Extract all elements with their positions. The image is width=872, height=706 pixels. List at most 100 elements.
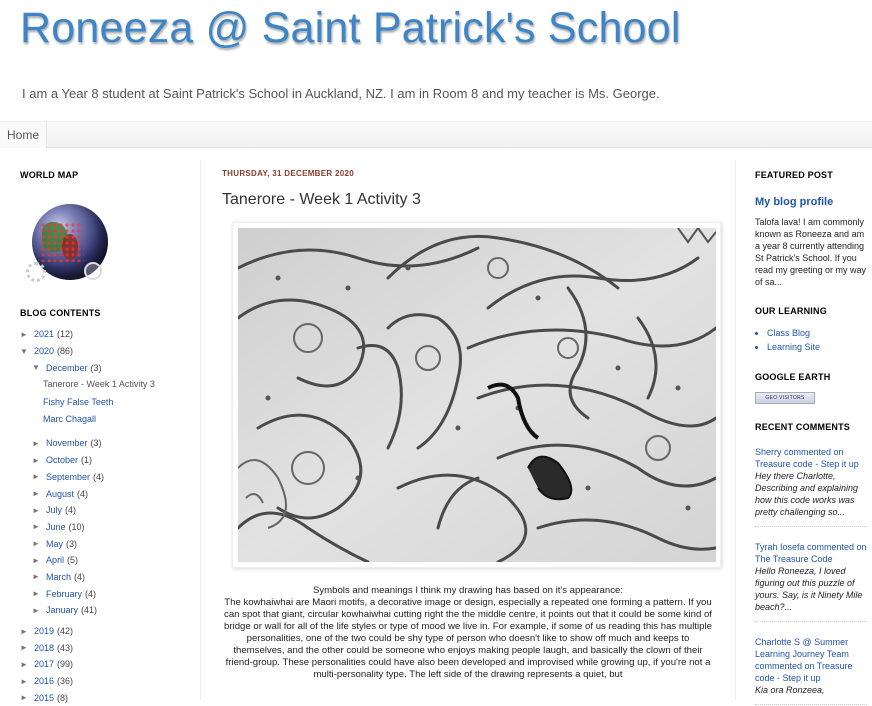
post-body: Symbols and meanings I think my drawing … (222, 585, 714, 681)
archive-month[interactable]: ► September (4) (20, 469, 190, 486)
collapsed-arrow-icon[interactable]: ► (20, 693, 34, 702)
post-title[interactable]: Tanerore - Week 1 Activity 3 (222, 191, 421, 209)
archive-label[interactable]: 2019 (34, 626, 54, 636)
collapsed-arrow-icon[interactable]: ► (20, 330, 34, 339)
archive-post[interactable]: Marc Chagall (20, 410, 190, 427)
archive-month[interactable]: ► November (3) (20, 435, 190, 452)
archive-month[interactable]: ► February (4) (20, 585, 190, 602)
archive-year-2020[interactable]: ▼ 2020 (86) (20, 343, 190, 360)
archive-post-label[interactable]: Fishy False Teeth (43, 397, 113, 407)
archive-label[interactable]: October (46, 455, 78, 465)
spacer (20, 427, 190, 431)
archive-count: (1) (81, 455, 93, 466)
archive-year-label[interactable]: 2020 (34, 346, 54, 356)
badge-label: GEO VISITORS (765, 395, 805, 401)
archive-year[interactable]: ► 2019 (42) (20, 623, 190, 640)
learning-link-learning-site[interactable]: Learning Site (767, 340, 867, 354)
archive-label[interactable]: 2016 (34, 676, 54, 686)
recent-comment: Sherry commented on Treasure code - Step… (755, 446, 867, 527)
archive-post-label[interactable]: Marc Chagall (43, 414, 96, 424)
archive-month[interactable]: ► March (4) (20, 569, 190, 586)
comment-author-link[interactable]: Tyrah Iosefa commented on The Treasure C… (755, 542, 867, 564)
featured-post-snippet: Talofa lava! I am commonly known as Rone… (755, 217, 867, 287)
archive-count: (4) (74, 571, 86, 582)
blog-description: I am a Year 8 student at Saint Patrick's… (22, 86, 660, 101)
archive-label[interactable]: September (46, 472, 90, 482)
our-learning-title: OUR LEARNING (755, 306, 827, 316)
archive-count: (36) (57, 676, 74, 687)
comment-text: Kia ora Ronzeea, (755, 685, 825, 695)
left-sidebar: WORLD MAP BLOG CONTENTS ► 2021 (12) ▼ 20… (20, 170, 190, 706)
archive-month[interactable]: ► January (41) (20, 602, 190, 619)
archive-label[interactable]: August (46, 489, 74, 499)
archive-label[interactable]: 2018 (34, 643, 54, 653)
featured-post-link[interactable]: My blog profile (755, 196, 867, 208)
archive-year[interactable]: ► 2016 (36) (20, 673, 190, 690)
archive-label[interactable]: June (46, 522, 66, 532)
archive-label[interactable]: November (46, 438, 88, 448)
collapsed-arrow-icon[interactable]: ► (32, 589, 46, 598)
archive-month[interactable]: ► June (10) (20, 519, 190, 536)
comment-text: Hello Roneeza, I loved figuring out this… (755, 566, 863, 612)
post-body-text: The kowhaiwhai are Maori motifs, a decor… (224, 597, 712, 680)
collapsed-arrow-icon[interactable]: ► (32, 606, 46, 615)
archive-label[interactable]: April (46, 555, 64, 565)
archive-post[interactable]: Fishy False Teeth (20, 394, 190, 411)
post-image[interactable] (232, 222, 721, 568)
expanded-arrow-icon[interactable]: ▼ (32, 363, 46, 372)
recent-comment: Tyrah Iosefa commented on The Treasure C… (755, 541, 867, 622)
archive-count: (86) (57, 346, 74, 357)
archive-year-2021[interactable]: ► 2021 (12) (20, 326, 190, 343)
archive-year[interactable]: ► 2018 (43) (20, 639, 190, 656)
archive-month[interactable]: ► April (5) (20, 552, 190, 569)
archive-month[interactable]: ► August (4) (20, 485, 190, 502)
tab-home[interactable]: Home (0, 122, 47, 148)
collapsed-arrow-icon[interactable]: ► (32, 556, 46, 565)
tabs-bar: Home (0, 121, 872, 148)
archive-label[interactable]: March (46, 572, 71, 582)
expanded-arrow-icon[interactable]: ▼ (20, 347, 34, 356)
post-date: THURSDAY, 31 DECEMBER 2020 (222, 169, 354, 178)
collapsed-arrow-icon[interactable]: ► (20, 627, 34, 636)
archive-count: (99) (57, 659, 74, 670)
comment-author-link[interactable]: Charlotte S @ Summer Learning Journey Te… (755, 637, 853, 683)
loading-spinner-icon (26, 262, 46, 282)
archive-month[interactable]: ► October (1) (20, 452, 190, 469)
world-map-widget[interactable] (26, 198, 116, 288)
collapsed-arrow-icon[interactable]: ► (32, 522, 46, 531)
collapsed-arrow-icon[interactable]: ► (32, 439, 46, 448)
archive-month-december[interactable]: ▼ December (3) (20, 359, 190, 376)
geo-visitors-badge[interactable]: GEO VISITORS (755, 392, 815, 404)
collapsed-arrow-icon[interactable]: ► (32, 472, 46, 481)
archive-count: (41) (81, 605, 98, 616)
archive-month[interactable]: ► July (4) (20, 502, 190, 519)
play-icon[interactable] (84, 262, 102, 280)
comment-author-link[interactable]: Sherry commented on Treasure code - Step… (755, 447, 859, 469)
archive-year[interactable]: ► 2015 (8) (20, 689, 190, 706)
link-label[interactable]: Class Blog (767, 328, 810, 338)
archive-year-label[interactable]: 2021 (34, 329, 54, 339)
blog-title[interactable]: Roneeza @ Saint Patrick's School (20, 4, 681, 53)
collapsed-arrow-icon[interactable]: ► (20, 643, 34, 652)
link-label[interactable]: Learning Site (767, 342, 820, 352)
archive-label[interactable]: July (46, 505, 62, 515)
collapsed-arrow-icon[interactable]: ► (20, 677, 34, 686)
collapsed-arrow-icon[interactable]: ► (32, 506, 46, 515)
collapsed-arrow-icon[interactable]: ► (32, 539, 46, 548)
archive-label[interactable]: February (46, 589, 82, 599)
archive-label[interactable]: 2015 (34, 693, 54, 703)
collapsed-arrow-icon[interactable]: ► (32, 456, 46, 465)
archive-month[interactable]: ► May (3) (20, 535, 190, 552)
archive-label[interactable]: January (46, 605, 78, 615)
archive-label[interactable]: May (46, 539, 63, 549)
archive-count: (4) (65, 505, 77, 516)
collapsed-arrow-icon[interactable]: ► (32, 572, 46, 581)
collapsed-arrow-icon[interactable]: ► (20, 660, 34, 669)
learning-link-class-blog[interactable]: Class Blog (767, 326, 867, 340)
recent-comment: Charlotte S @ Summer Learning Journey Te… (755, 636, 867, 705)
archive-label[interactable]: 2017 (34, 659, 54, 669)
archive-month-label[interactable]: December (46, 363, 88, 373)
featured-post-title: FEATURED POST (755, 170, 833, 180)
archive-year[interactable]: ► 2017 (99) (20, 656, 190, 673)
collapsed-arrow-icon[interactable]: ► (32, 489, 46, 498)
